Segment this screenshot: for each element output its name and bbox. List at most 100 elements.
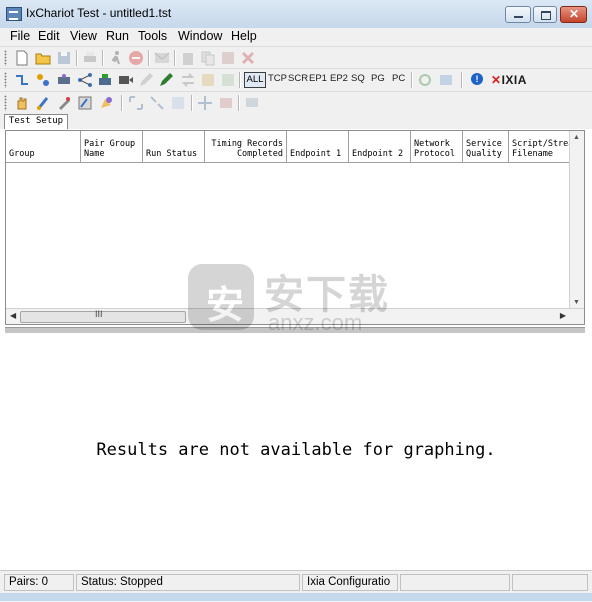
vertical-scrollbar[interactable]: ▲ ▼ [569, 131, 584, 309]
export-icon[interactable] [438, 72, 454, 88]
new-file-icon[interactable] [14, 50, 30, 66]
paste-icon[interactable] [180, 50, 196, 66]
menu-help[interactable]: Help [231, 28, 257, 44]
edit-pair-icon[interactable] [138, 72, 154, 88]
print-icon[interactable] [82, 50, 98, 66]
filter-sq-button[interactable]: SQ [351, 73, 365, 84]
status-pairs: Pairs: 0 [4, 574, 74, 591]
scroll-up-icon[interactable]: ▲ [573, 134, 580, 141]
toolbar-separator [191, 95, 193, 111]
hardware-pair-icon[interactable] [56, 72, 72, 88]
menu-window[interactable]: Window [178, 28, 222, 44]
stop-icon[interactable] [128, 50, 144, 66]
expand-icon[interactable] [128, 95, 144, 111]
scroll-down-icon[interactable]: ▼ [573, 299, 580, 306]
edit-script-icon[interactable] [158, 72, 174, 88]
watermark-shield-icon: 安 [188, 264, 254, 330]
status-run-state: Status: Stopped [76, 574, 300, 591]
hand-icon[interactable] [14, 95, 30, 111]
standard-toolbar [0, 46, 592, 69]
watermark-url: anxz.com [268, 310, 363, 335]
filter-pg-button[interactable]: PG [371, 73, 385, 84]
tab-test-setup[interactable]: Test Setup [4, 114, 68, 129]
column-header-pair-group-name[interactable]: Pair Group Name [81, 131, 143, 163]
column-header-service-quality[interactable]: Service Quality [463, 131, 509, 163]
scroll-left-icon[interactable]: ◀ [10, 311, 16, 320]
filter-pc-button[interactable]: PC [392, 73, 405, 84]
add-multicast-icon[interactable] [35, 72, 51, 88]
column-header-network-protocol[interactable]: Network Protocol [411, 131, 463, 163]
status-pane-empty [400, 574, 510, 591]
swap-icon[interactable] [180, 72, 196, 88]
column-header-timing-records[interactable]: Timing Records Completed [205, 131, 287, 163]
toolbar-separator [461, 72, 463, 88]
toolbar-separator [239, 72, 241, 88]
app-icon [6, 7, 22, 21]
window-title: IxChariot Test - untitled1.tst [26, 6, 172, 20]
run-icon[interactable] [108, 50, 124, 66]
toolbar-grip[interactable] [4, 72, 7, 88]
filter-scr-button[interactable]: SCR [288, 73, 308, 84]
clip-icon[interactable] [35, 95, 51, 111]
status-pane-empty [512, 574, 588, 591]
add-pair-icon[interactable] [14, 72, 30, 88]
menu-edit[interactable]: Edit [38, 28, 60, 44]
menu-run[interactable]: Run [106, 28, 129, 44]
results-message: Results are not available for graphing. [96, 440, 496, 460]
toolbar-separator [238, 95, 240, 111]
menu-tools[interactable]: Tools [138, 28, 167, 44]
copy-icon[interactable] [200, 50, 216, 66]
collapse-icon[interactable] [149, 95, 165, 111]
filter-icon[interactable] [200, 72, 216, 88]
watermark: 安 安下载 anxz.com [186, 262, 402, 342]
toolbar-separator [102, 50, 104, 66]
delete-icon[interactable] [240, 50, 256, 66]
toolbar-grip[interactable] [4, 95, 7, 111]
toolbar-grip[interactable] [4, 50, 7, 66]
filter-tcp-button[interactable]: TCP [268, 73, 287, 84]
close-icon: ✕ [569, 7, 580, 21]
tag-icon[interactable] [56, 95, 72, 111]
toolbar-separator [121, 95, 123, 111]
toolbar-separator [411, 72, 413, 88]
pair-toolbar: ALL TCP SCR EP1 EP2 SQ PG PC ! ✕IXIA [0, 68, 592, 92]
edit-icon[interactable] [220, 50, 236, 66]
column-header-run-status[interactable]: Run Status [143, 131, 205, 163]
menu-view[interactable]: View [70, 28, 97, 44]
column-header-group[interactable]: Group [6, 131, 81, 163]
close-button[interactable]: ✕ [560, 6, 587, 23]
mail-icon[interactable] [154, 50, 170, 66]
toolbar-separator [76, 50, 78, 66]
check-icon[interactable] [220, 72, 236, 88]
maximize-button[interactable] [533, 6, 557, 23]
save-icon[interactable] [56, 50, 72, 66]
column-header-endpoint-2[interactable]: Endpoint 2 [349, 131, 411, 163]
toolbar-separator [148, 50, 150, 66]
ixia-x-icon: ✕ [491, 73, 502, 87]
column-header-script-filename[interactable]: Script/Stream Filename [509, 131, 571, 163]
window-bottom-border [0, 593, 592, 601]
video-pair-icon[interactable] [118, 72, 134, 88]
menu-file[interactable]: File [10, 28, 30, 44]
horizontal-scroll-thumb[interactable]: III [20, 309, 186, 323]
status-config: Ixia Configuratio [302, 574, 398, 591]
paint-icon[interactable] [98, 95, 114, 111]
toolbar-separator [174, 50, 176, 66]
screen-icon[interactable] [244, 95, 260, 111]
open-folder-icon[interactable] [35, 50, 51, 66]
minimize-button[interactable] [505, 6, 531, 23]
scroll-right-icon[interactable]: ▶ [560, 311, 566, 320]
filter-ep2-button[interactable]: EP2 [330, 73, 348, 84]
column-header-endpoint-1[interactable]: Endpoint 1 [287, 131, 349, 163]
remove-icon[interactable] [218, 95, 234, 111]
network-icon[interactable] [77, 72, 93, 88]
info-icon[interactable]: ! [471, 73, 483, 85]
move-icon[interactable] [197, 95, 213, 111]
grid-edit-icon[interactable] [77, 95, 93, 111]
filter-all-button[interactable]: ALL [244, 72, 266, 88]
vpn-pair-icon[interactable] [97, 72, 113, 88]
select-icon[interactable] [170, 95, 186, 111]
ixia-logo: ✕IXIA [491, 73, 527, 87]
refresh-icon[interactable] [417, 72, 433, 88]
filter-ep1-button[interactable]: EP1 [309, 73, 327, 84]
